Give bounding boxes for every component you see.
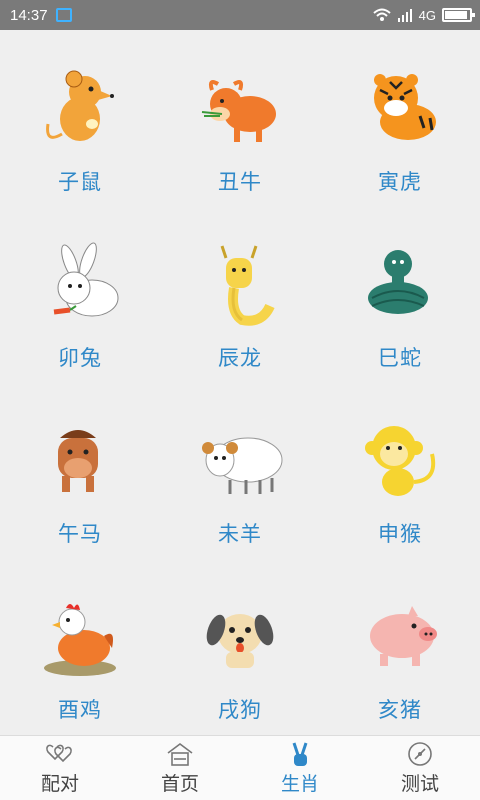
- snake-icon: [368, 250, 428, 314]
- home-icon: [167, 742, 193, 766]
- zodiac-label: 辰龙: [218, 346, 262, 370]
- nav-tab-label: 测试: [400, 772, 439, 795]
- zodiac-label: 午马: [58, 522, 102, 546]
- zodiac-label: 寅虎: [378, 170, 422, 194]
- horse-icon: [58, 430, 98, 492]
- zodiac-item-dragon[interactable]: 辰龙: [160, 206, 320, 382]
- notification-icon: [55, 8, 72, 22]
- zodiac-label: 子鼠: [58, 170, 102, 194]
- tiger-icon: [374, 74, 436, 140]
- status-bar: 14:37 4G: [0, 0, 480, 30]
- wifi-icon: [372, 8, 391, 21]
- nav-tab-zodiac[interactable]: 生肖: [240, 736, 360, 800]
- zodiac-label: 卯兔: [58, 346, 102, 370]
- zodiac-label: 戌狗: [218, 698, 262, 722]
- nav-tab-label: 生肖: [280, 772, 319, 795]
- nav-tab-label: 首页: [160, 772, 199, 795]
- rabbit-icon: [53, 242, 119, 317]
- network-type: 4G: [418, 7, 436, 23]
- zodiac-label: 亥猪: [378, 698, 422, 722]
- zodiac-label: 巳蛇: [378, 346, 422, 370]
- nav-tab-home[interactable]: 首页: [120, 736, 240, 800]
- victory-hand-icon: [292, 742, 308, 766]
- rooster-icon: [44, 604, 116, 676]
- nav-tab-test[interactable]: 测试: [360, 736, 480, 800]
- zodiac-item-ox[interactable]: 丑牛: [160, 30, 320, 206]
- zodiac-label: 申猴: [378, 522, 422, 546]
- zodiac-item-sheep[interactable]: 未羊: [160, 382, 320, 558]
- nav-tab-pairing[interactable]: 配对: [0, 736, 120, 800]
- zodiac-item-tiger[interactable]: 寅虎: [320, 30, 480, 206]
- zodiac-item-monkey[interactable]: 申猴: [320, 382, 480, 558]
- rat-icon: [46, 70, 114, 141]
- signal-icon: [397, 9, 412, 22]
- sheep-icon: [202, 437, 283, 494]
- dog-icon: [206, 614, 274, 668]
- bottom-navigation: 配对 首页 生肖 测试: [0, 735, 480, 800]
- zodiac-item-snake[interactable]: 巳蛇: [320, 206, 480, 382]
- monkey-icon: [365, 426, 436, 496]
- zodiac-item-rabbit[interactable]: 卯兔: [0, 206, 160, 382]
- zodiac-item-horse[interactable]: 午马: [0, 382, 160, 558]
- zodiac-item-rat[interactable]: 子鼠: [0, 30, 160, 206]
- zodiac-grid: 子鼠 丑牛 寅虎 卯兔 辰龙 巳蛇 午马 未羊 申猴 酉鸡 戌狗 亥猪: [0, 30, 480, 736]
- zodiac-item-rooster[interactable]: 酉鸡: [0, 558, 160, 734]
- zodiac-item-pig[interactable]: 亥猪: [320, 558, 480, 734]
- zodiac-label: 酉鸡: [58, 698, 102, 722]
- nav-tab-label: 配对: [40, 772, 79, 795]
- compass-icon: [408, 741, 432, 766]
- dragon-icon: [220, 245, 275, 326]
- zodiac-label: 未羊: [218, 522, 262, 546]
- ox-icon: [201, 80, 276, 142]
- hearts-icon: [46, 744, 72, 762]
- clock-time: 14:37: [10, 6, 48, 24]
- zodiac-item-dog[interactable]: 戌狗: [160, 558, 320, 734]
- battery-icon: [442, 8, 475, 22]
- pig-icon: [370, 606, 437, 666]
- zodiac-label: 丑牛: [218, 170, 262, 194]
